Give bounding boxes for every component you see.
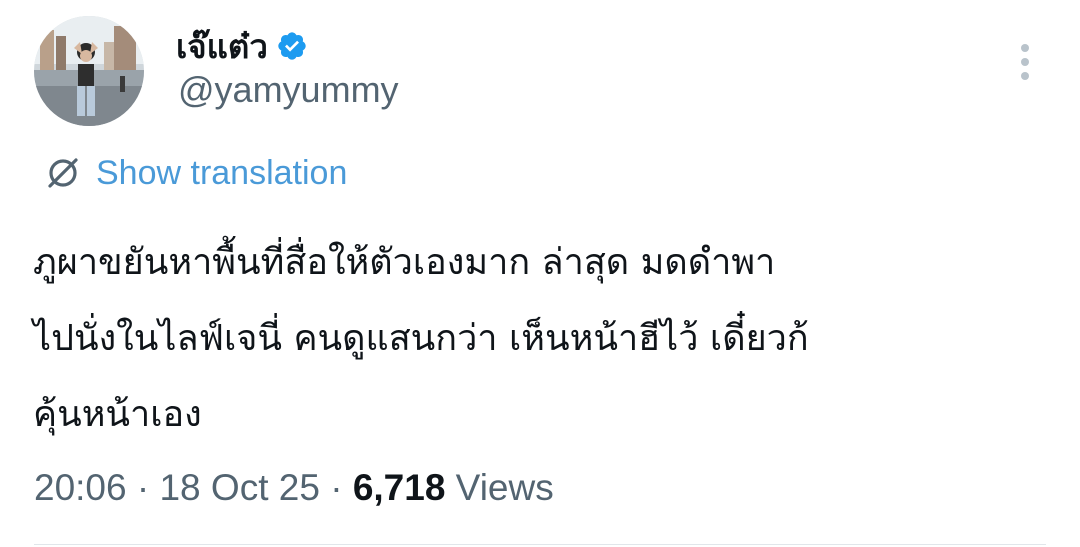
display-name[interactable]: เจ๊แต๋ว — [176, 30, 268, 63]
author-row[interactable]: เจ๊แต๋ว — [176, 24, 308, 68]
show-translation-link[interactable]: Show translation — [46, 151, 347, 195]
tweet-date[interactable]: 18 Oct 25 — [159, 467, 319, 509]
translate-icon — [48, 158, 78, 188]
tweet-time[interactable]: 20:06 — [34, 467, 127, 509]
more-options-button[interactable] — [1010, 40, 1040, 84]
more-vertical-icon — [1021, 44, 1029, 80]
meta-separator: · — [126, 467, 160, 508]
tweet-meta: 20:06 · 18 Oct 25 · 6,718 Views — [34, 466, 554, 510]
avatar[interactable] — [34, 16, 144, 126]
tweet-text-line: ภูผาขยันหาพื้นที่สื่อให้ตัวเองมาก ล่าสุด… — [33, 242, 776, 283]
tweet-text-line: คุ้นหน้าเอง — [33, 394, 202, 435]
tweet-text-line: ไปนั่งในไลฟ์เจนี่ คนดูแสนกว่า เห็นหน้าฮี… — [33, 318, 809, 359]
show-translation-label[interactable]: Show translation — [96, 156, 347, 190]
views-count[interactable]: 6,718 — [353, 467, 446, 509]
author-handle[interactable]: @yamyummy — [178, 72, 399, 108]
avatar-photo — [34, 16, 144, 126]
views-label[interactable]: Views — [445, 467, 554, 509]
divider — [34, 544, 1046, 545]
tweet-text: ภูผาขยันหาพื้นที่สื่อให้ตัวเองมาก ล่าสุด… — [33, 225, 1053, 453]
verified-badge-icon — [276, 30, 308, 62]
meta-separator: · — [319, 467, 353, 508]
tweet: เจ๊แต๋ว @yamyummy Show translation ภูผาข… — [0, 0, 1080, 547]
